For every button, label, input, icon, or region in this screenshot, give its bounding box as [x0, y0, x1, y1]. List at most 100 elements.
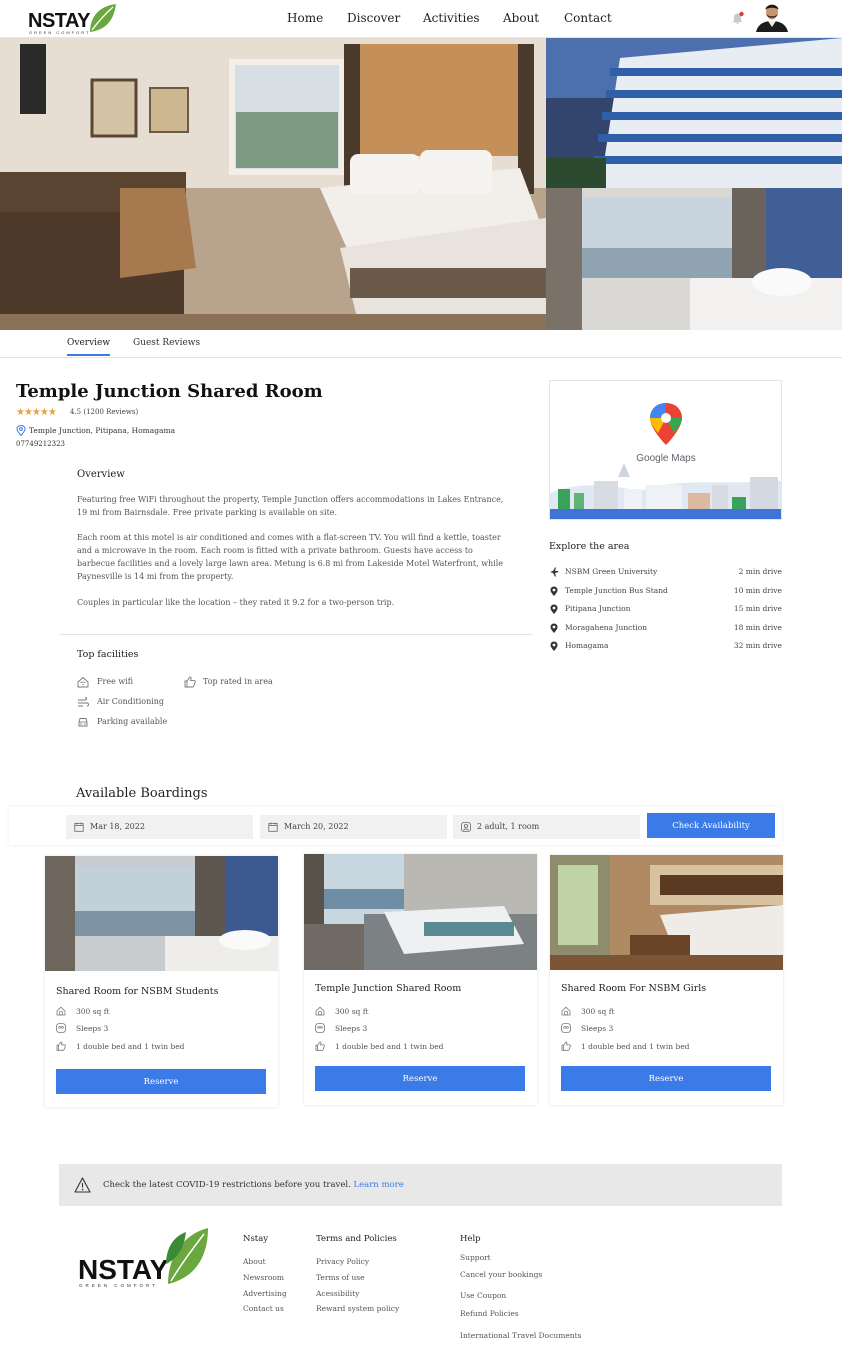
- room-photo: [45, 856, 278, 971]
- map-card[interactable]: Google Maps: [549, 380, 782, 520]
- room-image: [45, 856, 278, 971]
- checkin-date-field[interactable]: Mar 18, 2022: [66, 815, 253, 839]
- footer-terms-heading: Terms and Policies: [316, 1234, 397, 1244]
- overview-paragraph: Couples in particular like the location …: [77, 598, 395, 607]
- footer-link-contact-us[interactable]: Contact us: [243, 1304, 284, 1313]
- explore-item[interactable]: Temple Junction Bus Stand 10 min drive: [549, 585, 782, 597]
- footer-logo-tagline: GREEN COMFORT: [79, 1283, 158, 1288]
- checkin-date-value: Mar 18, 2022: [90, 822, 145, 831]
- reserve-button[interactable]: Reserve: [315, 1066, 525, 1091]
- rating-text[interactable]: 4.5 (1200 Reviews): [70, 408, 138, 416]
- explore-item[interactable]: Moragahena Junction 18 min drive: [549, 622, 782, 634]
- bell-icon[interactable]: [731, 11, 745, 25]
- facility-label: Top rated in area: [203, 677, 273, 686]
- facility-label: Parking available: [97, 717, 168, 726]
- explore-item[interactable]: Homagama 32 min drive: [549, 640, 782, 652]
- footer-link-refund-policies[interactable]: Refund Policies: [460, 1309, 519, 1318]
- nav-about[interactable]: About: [503, 11, 539, 25]
- nav-activities[interactable]: Activities: [423, 11, 480, 25]
- room-image: [550, 855, 783, 970]
- calendar-icon: [74, 822, 84, 832]
- footer-link-cancel-bookings[interactable]: Cancel your bookings: [460, 1270, 542, 1279]
- nstay-logo[interactable]: NSTAY GREEN COMFORT: [28, 2, 120, 36]
- room-name[interactable]: Shared Room For NSBM Girls: [561, 983, 706, 994]
- google-maps-illustration: Google Maps: [550, 381, 781, 519]
- covid-banner: Check the latest COVID-19 restrictions b…: [59, 1164, 782, 1206]
- nav-home[interactable]: Home: [287, 11, 323, 25]
- room-beds-text: 1 double bed and 1 twin bed: [335, 1042, 444, 1051]
- explore-item[interactable]: Pitipana Junction 15 min drive: [549, 603, 782, 615]
- car-icon: [78, 718, 88, 727]
- footer-link-about[interactable]: About: [243, 1257, 266, 1266]
- footer-link-newsroom[interactable]: Newsroom: [243, 1273, 284, 1282]
- footer-link-reward-policy[interactable]: Reward system policy: [316, 1304, 399, 1313]
- footer-link-terms-of-use[interactable]: Terms of use: [316, 1273, 365, 1282]
- learn-more-link[interactable]: Learn more: [353, 1180, 403, 1190]
- home-icon: [56, 1006, 66, 1016]
- calendar-icon: [268, 822, 278, 832]
- explore-distance: 15 min drive: [733, 604, 782, 613]
- room-name[interactable]: Temple Junction Shared Room: [315, 983, 461, 994]
- room-name[interactable]: Shared Room for NSBM Students: [56, 986, 218, 997]
- photo-gallery[interactable]: [0, 38, 842, 330]
- divider: [60, 634, 532, 635]
- footer-link-support[interactable]: Support: [460, 1253, 491, 1262]
- reserve-button[interactable]: Reserve: [561, 1066, 771, 1091]
- location-pin-icon: [16, 425, 26, 436]
- room-photo: [550, 855, 783, 970]
- checkout-date-field[interactable]: March 20, 2022: [260, 815, 447, 839]
- room-card[interactable]: Temple Junction Shared Room 300 sq ft Sl…: [304, 854, 537, 1105]
- covid-message: Check the latest COVID-19 restrictions b…: [103, 1180, 351, 1190]
- map-pin-icon: [550, 586, 558, 596]
- overview-heading: Overview: [77, 469, 125, 480]
- thumbs-up-icon: [184, 676, 196, 688]
- checkout-date-value: March 20, 2022: [284, 822, 349, 831]
- room-card[interactable]: Shared Room for NSBM Students 300 sq ft …: [45, 856, 278, 1107]
- tab-guest-reviews[interactable]: Guest Reviews: [133, 338, 200, 354]
- page-title: Temple Junction Shared Room: [16, 381, 323, 402]
- hotel-photos: [0, 38, 842, 330]
- facility-label: Air Conditioning: [97, 697, 165, 706]
- room-photo: [304, 854, 537, 970]
- room-size-text: 300 sq ft: [76, 1007, 110, 1016]
- explore-place: Homagama: [565, 641, 609, 650]
- explore-place: Temple Junction Bus Stand: [565, 586, 668, 595]
- people-icon: [56, 1023, 66, 1033]
- room-size-text: 300 sq ft: [581, 1007, 615, 1016]
- people-icon: [315, 1023, 325, 1033]
- leaf-icon: [90, 4, 116, 32]
- tab-overview[interactable]: Overview: [67, 338, 111, 356]
- availability-search-bar: Mar 18, 2022 March 20, 2022 2 adult, 1 r…: [9, 807, 782, 845]
- explore-item[interactable]: NSBM Green University 2 min drive: [549, 566, 782, 578]
- footer-link-travel-documents[interactable]: International Travel Documents: [460, 1331, 581, 1340]
- people-icon: [561, 1023, 571, 1033]
- tabs-bar: Overview Guest Reviews: [0, 330, 842, 358]
- footer-link-use-coupon[interactable]: Use Coupon: [460, 1291, 506, 1300]
- available-boardings-heading: Available Boardings: [76, 786, 208, 801]
- footer-help-heading: Help: [460, 1234, 481, 1244]
- avatar[interactable]: [754, 0, 790, 32]
- overview-paragraph: Each room at this motel is air condition…: [77, 533, 504, 581]
- explore-distance: 10 min drive: [733, 586, 782, 595]
- nstay-footer-logo: NSTAY GREEN COMFORT: [78, 1228, 208, 1288]
- reserve-button[interactable]: Reserve: [56, 1069, 266, 1094]
- nav-contact[interactable]: Contact: [564, 11, 612, 25]
- map-pin-icon: [550, 623, 558, 633]
- thumbs-up-icon: [561, 1041, 571, 1051]
- room-card[interactable]: Shared Room For NSBM Girls 300 sq ft Sle…: [550, 855, 783, 1105]
- guests-field[interactable]: 2 adult, 1 room: [453, 815, 640, 839]
- nav-discover[interactable]: Discover: [347, 11, 400, 25]
- plane-icon: [550, 567, 559, 577]
- check-availability-button[interactable]: Check Availability: [647, 813, 775, 838]
- property-location: Temple Junction, Pitipana, Homagama: [29, 426, 176, 435]
- explore-distance: 2 min drive: [738, 567, 782, 576]
- facilities-heading: Top facilities: [77, 649, 139, 660]
- logo-tagline: GREEN COMFORT: [29, 30, 91, 35]
- footer-link-privacy-policy[interactable]: Privacy Policy: [316, 1257, 369, 1266]
- thumbs-up-icon: [56, 1041, 66, 1051]
- footer-nstay-heading: Nstay: [243, 1234, 269, 1244]
- thumbs-up-icon: [315, 1041, 325, 1051]
- footer-link-advertising[interactable]: Advertising: [243, 1289, 287, 1298]
- footer-logo[interactable]: NSTAY GREEN COMFORT: [76, 1226, 212, 1290]
- footer-link-accessibility[interactable]: Acessibility: [316, 1289, 359, 1298]
